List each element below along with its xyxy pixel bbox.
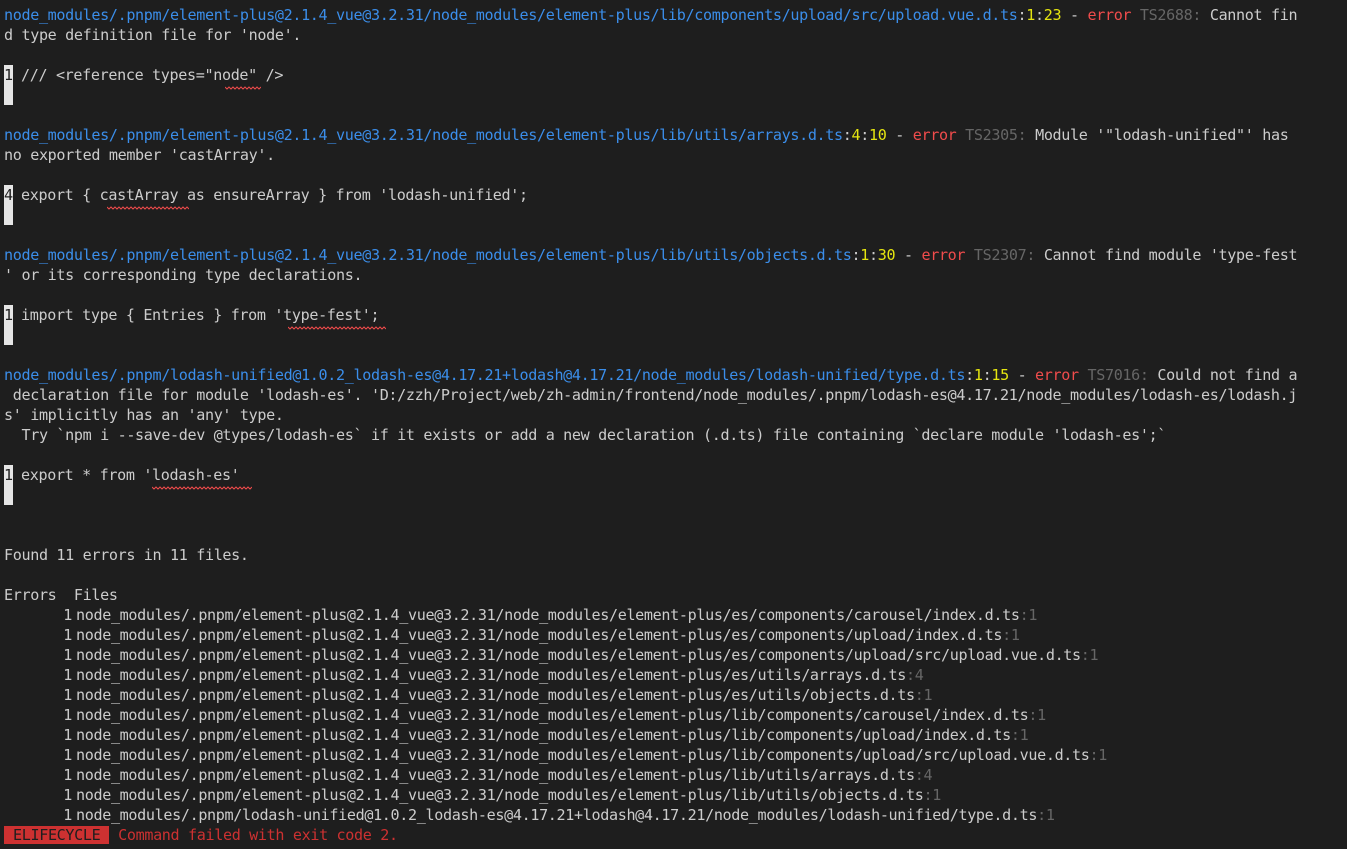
error-file-path[interactable]: node_modules/.pnpm/element-plus@2.1.4_vu… [4,126,843,144]
source-text: export * from 'lodash-es' [21,466,240,484]
error-header[interactable]: node_modules/.pnpm/element-plus@2.1.4_vu… [4,125,1347,145]
error-header[interactable]: node_modules/.pnpm/element-plus@2.1.4_vu… [4,5,1347,25]
source-line: 1 /// <reference types="node" /> [4,65,1347,105]
lifecycle-line: ELIFECYCLE Command failed with exit code… [4,825,1347,845]
error-block: node_modules/.pnpm/element-plus@2.1.4_vu… [4,5,1347,125]
source-line: 4 export { castArray as ensureArray } fr… [4,185,1347,225]
error-file-path[interactable]: node_modules/.pnpm/element-plus@2.1.4_vu… [4,246,852,264]
file-path[interactable]: node_modules/.pnpm/element-plus@2.1.4_vu… [76,726,1011,744]
error-header[interactable]: node_modules/.pnpm/lodash-unified@1.0.2_… [4,365,1347,385]
source-text: import type { Entries } from 'type-fest'… [21,306,380,324]
source-line: 1 export * from 'lodash-es' [4,465,1347,505]
file-path[interactable]: node_modules/.pnpm/element-plus@2.1.4_vu… [76,626,1003,644]
error-message: Could not find a [1148,366,1298,384]
line-number-gutter: 1 [4,65,13,105]
error-message-cont: s' implicitly has an 'any' type. [4,406,284,424]
error-message-cont: no exported member 'castArray'. [4,146,275,164]
line-number-gutter: 4 [4,185,13,225]
error-header[interactable]: node_modules/.pnpm/element-plus@2.1.4_vu… [4,245,1347,265]
error-message: Module '"lodash-unified"' has [1026,126,1289,144]
lifecycle-message: Command failed with exit code 2. [118,826,398,844]
file-path[interactable]: node_modules/.pnpm/element-plus@2.1.4_vu… [76,606,1020,624]
error-message-cont: ' or its corresponding type declarations… [4,266,363,284]
error-code: TS2307: [973,246,1036,264]
table-row[interactable]: 1 node_modules/.pnpm/element-plus@2.1.4_v… [4,745,1347,765]
file-path[interactable]: node_modules/.pnpm/lodash-unified@1.0.2_… [76,806,1037,824]
error-squiggle [288,325,386,335]
table-row[interactable]: 1 node_modules/.pnpm/element-plus@2.1.4_v… [4,665,1347,685]
terminal-output: node_modules/.pnpm/element-plus@2.1.4_vu… [0,0,1347,845]
error-code: TS2688: [1139,6,1202,24]
error-block: node_modules/.pnpm/lodash-unified@1.0.2_… [4,365,1347,545]
source-line: 1 import type { Entries } from 'type-fes… [4,305,1347,345]
table-row[interactable]: 1 node_modules/.pnpm/element-plus@2.1.4_v… [4,785,1347,805]
file-path[interactable]: node_modules/.pnpm/element-plus@2.1.4_vu… [76,746,1090,764]
files-table: 1 node_modules/.pnpm/element-plus@2.1.4_v… [4,605,1347,825]
error-squiggle [152,485,252,495]
table-row[interactable]: 1 node_modules/.pnpm/element-plus@2.1.4_v… [4,685,1347,705]
table-row[interactable]: 1 node_modules/.pnpm/element-plus@2.1.4_v… [4,605,1347,625]
error-file-path[interactable]: node_modules/.pnpm/element-plus@2.1.4_vu… [4,6,1018,24]
file-path[interactable]: node_modules/.pnpm/element-plus@2.1.4_vu… [76,706,1029,724]
table-row[interactable]: 1 node_modules/.pnpm/lodash-unified@1.0.2… [4,805,1347,825]
table-row[interactable]: 1 node_modules/.pnpm/element-plus@2.1.4_v… [4,625,1347,645]
file-path[interactable]: node_modules/.pnpm/element-plus@2.1.4_vu… [76,646,1081,664]
error-code: TS2305: [965,126,1027,144]
file-path[interactable]: node_modules/.pnpm/element-plus@2.1.4_vu… [76,686,915,704]
table-row[interactable]: 1 node_modules/.pnpm/element-plus@2.1.4_v… [4,725,1347,745]
error-file-path[interactable]: node_modules/.pnpm/lodash-unified@1.0.2_… [4,366,965,384]
table-row[interactable]: 1 node_modules/.pnpm/element-plus@2.1.4_v… [4,645,1347,665]
files-table-header: Errors Files [4,586,118,604]
elifecycle-badge: ELIFECYCLE [4,826,110,844]
line-number-gutter: 1 [4,305,13,345]
error-message: Cannot find module 'type-fest [1035,246,1298,264]
error-block: node_modules/.pnpm/element-plus@2.1.4_vu… [4,245,1347,365]
error-message-cont: d type definition file for 'node'. [4,26,302,44]
error-squiggle [107,205,189,215]
line-number-gutter: 1 [4,465,13,505]
file-path[interactable]: node_modules/.pnpm/element-plus@2.1.4_vu… [76,766,915,784]
source-text: /// <reference types="node" /> [21,66,284,84]
file-path[interactable]: node_modules/.pnpm/element-plus@2.1.4_vu… [76,666,906,684]
table-row[interactable]: 1 node_modules/.pnpm/element-plus@2.1.4_v… [4,705,1347,725]
table-row[interactable]: 1 node_modules/.pnpm/element-plus@2.1.4_v… [4,765,1347,785]
error-code: TS7016: [1087,366,1149,384]
error-message-cont: declaration file for module 'lodash-es'.… [4,386,1298,404]
source-text: export { castArray as ensureArray } from… [21,186,528,204]
error-hint: Try `npm i --save-dev @types/lodash-es` … [4,426,1167,444]
error-block: node_modules/.pnpm/element-plus@2.1.4_vu… [4,125,1347,245]
error-message: Cannot fin [1201,6,1298,24]
error-summary: Found 11 errors in 11 files. [4,546,249,564]
file-path[interactable]: node_modules/.pnpm/element-plus@2.1.4_vu… [76,786,924,804]
error-squiggle [225,85,261,95]
